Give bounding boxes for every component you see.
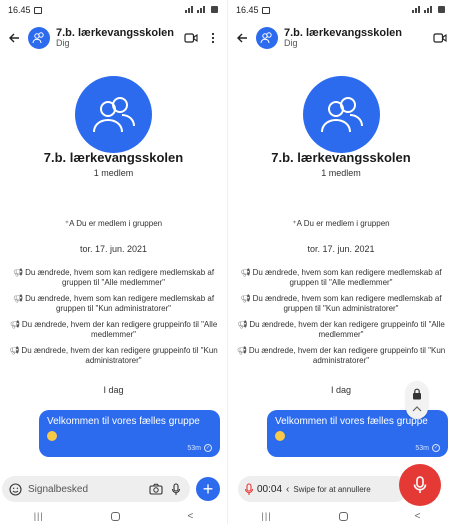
chat-screen-recording: 16.45 7.b. lærkevangsskolen Dig 7.b. lær… xyxy=(227,0,454,524)
megaphone-icon: 📢︎ xyxy=(240,294,251,303)
chat-title: 7.b. lærkevangsskolen xyxy=(284,27,402,39)
back-arrow-icon[interactable] xyxy=(6,30,22,46)
microphone-icon xyxy=(413,476,427,493)
joined-notice: ⁺A Du er medlem i gruppen xyxy=(292,219,390,228)
back-arrow-icon[interactable] xyxy=(234,30,250,46)
message-time: 53m xyxy=(415,444,429,452)
chat-title-area[interactable]: 7.b. lærkevangsskolen Dig xyxy=(284,27,426,49)
group-large-avatar xyxy=(303,76,380,153)
record-voice-button[interactable] xyxy=(399,464,441,506)
message-time: 53m xyxy=(187,444,201,452)
more-options-icon[interactable] xyxy=(205,30,221,46)
recent-apps-icon[interactable]: ||| xyxy=(262,511,272,521)
system-message: 📢︎ Du ændrede, hvem der kan redigere grup… xyxy=(237,320,445,339)
chevron-up-icon xyxy=(412,406,422,412)
nav-back-icon[interactable]: < xyxy=(187,511,193,522)
plus-icon: + xyxy=(202,479,214,499)
android-nav-bar: ||| < xyxy=(0,508,227,524)
sent-check-icon: ✓ xyxy=(432,444,440,452)
chat-header: 7.b. lærkevangsskolen Dig xyxy=(0,22,227,54)
add-person-icon: ⁺A xyxy=(64,219,75,228)
video-call-icon[interactable] xyxy=(183,30,199,46)
chat-title-area[interactable]: 7.b. lærkevangsskolen Dig xyxy=(56,27,177,49)
chat-subtitle: Dig xyxy=(284,38,298,49)
home-icon[interactable] xyxy=(111,511,121,521)
megaphone-icon: 📢︎ xyxy=(9,320,20,329)
system-message: 📢︎ Du ændrede, hvem der kan redigere grup… xyxy=(9,320,218,339)
outgoing-message-bubble[interactable]: Velkommen til vores fælles gruppe 53m ✓ xyxy=(39,410,220,457)
message-text: Velkommen til vores fælles gruppe xyxy=(47,416,200,427)
recording-timer: 00:04 xyxy=(257,483,283,495)
chat-title: 7.b. lærkevangsskolen xyxy=(56,27,174,39)
signal-battery-icon xyxy=(185,5,219,15)
emoji-icon[interactable] xyxy=(8,482,22,496)
group-name: 7.b. lærkevangsskolen xyxy=(271,150,411,165)
status-bar: 16.45 xyxy=(0,0,227,20)
recent-apps-icon[interactable]: ||| xyxy=(34,511,44,521)
sent-check-icon: ✓ xyxy=(204,444,212,452)
status-time: 16.45 xyxy=(236,5,259,15)
group-name: 7.b. lærkevangsskolen xyxy=(43,150,184,165)
megaphone-icon: 📢︎ xyxy=(236,346,247,355)
group-large-avatar xyxy=(75,76,152,153)
group-avatar[interactable] xyxy=(256,27,278,49)
smiley-emoji-icon xyxy=(47,431,57,441)
status-bar: 16.45 xyxy=(228,0,454,20)
gallery-notification-icon xyxy=(261,6,270,14)
home-icon[interactable] xyxy=(338,511,348,521)
member-count: 1 medlem xyxy=(321,168,361,178)
android-nav-bar: ||| < xyxy=(228,508,454,524)
signal-battery-icon xyxy=(412,5,446,15)
chat-screen-composing: 16.45 7.b. lærkevangsskolen Dig 7.b. lær… xyxy=(0,0,227,524)
video-call-icon[interactable] xyxy=(432,30,448,46)
megaphone-icon: 📢︎ xyxy=(9,346,20,355)
system-message: 📢︎ Du ændrede, hvem som kan redigere medl… xyxy=(240,268,442,287)
microphone-icon[interactable] xyxy=(168,481,184,497)
status-time: 16.45 xyxy=(8,5,31,15)
chevron-left-icon: ‹ xyxy=(286,483,290,495)
group-avatar[interactable] xyxy=(28,27,50,49)
chat-subtitle: Dig xyxy=(56,38,70,49)
message-composer xyxy=(2,476,190,502)
chat-header: 7.b. lærkevangsskolen Dig xyxy=(228,22,454,54)
nav-back-icon[interactable]: < xyxy=(415,511,421,522)
attach-plus-button[interactable]: + xyxy=(196,477,220,501)
message-input[interactable] xyxy=(28,483,144,495)
date-separator: tor. 17. jun. 2021 xyxy=(307,244,375,254)
voice-recording-bar: 00:04 ‹ Swipe for at annullere xyxy=(238,476,408,502)
system-message: 📢︎ Du ændrede, hvem som kan redigere medl… xyxy=(12,268,215,287)
system-message: 📢︎ Du ændrede, hvem som kan redigere medl… xyxy=(12,294,215,313)
megaphone-icon: 📢︎ xyxy=(12,294,24,303)
megaphone-icon: 📢︎ xyxy=(240,268,251,277)
member-count: 1 medlem xyxy=(93,168,134,178)
recording-lock-handle[interactable] xyxy=(406,381,428,419)
system-message: 📢︎ Du ændrede, hvem der kan redigere grup… xyxy=(236,346,446,365)
add-person-icon: ⁺A xyxy=(292,219,302,228)
megaphone-icon: 📢︎ xyxy=(12,268,24,277)
gallery-notification-icon xyxy=(33,6,42,14)
lock-icon xyxy=(413,388,421,400)
smiley-emoji-icon xyxy=(275,431,285,441)
system-message: 📢︎ Du ændrede, hvem der kan redigere grup… xyxy=(9,346,218,365)
camera-icon[interactable] xyxy=(148,481,164,497)
megaphone-icon: 📢︎ xyxy=(237,320,248,329)
swipe-to-cancel-hint[interactable]: Swipe for at annullere xyxy=(293,485,370,494)
today-separator: I dag xyxy=(103,385,124,395)
joined-notice: ⁺A Du er medlem i gruppen xyxy=(64,219,163,228)
recording-mic-icon xyxy=(244,482,254,495)
date-separator: tor. 17. jun. 2021 xyxy=(79,244,148,254)
system-message: 📢︎ Du ændrede, hvem som kan redigere medl… xyxy=(240,294,442,313)
